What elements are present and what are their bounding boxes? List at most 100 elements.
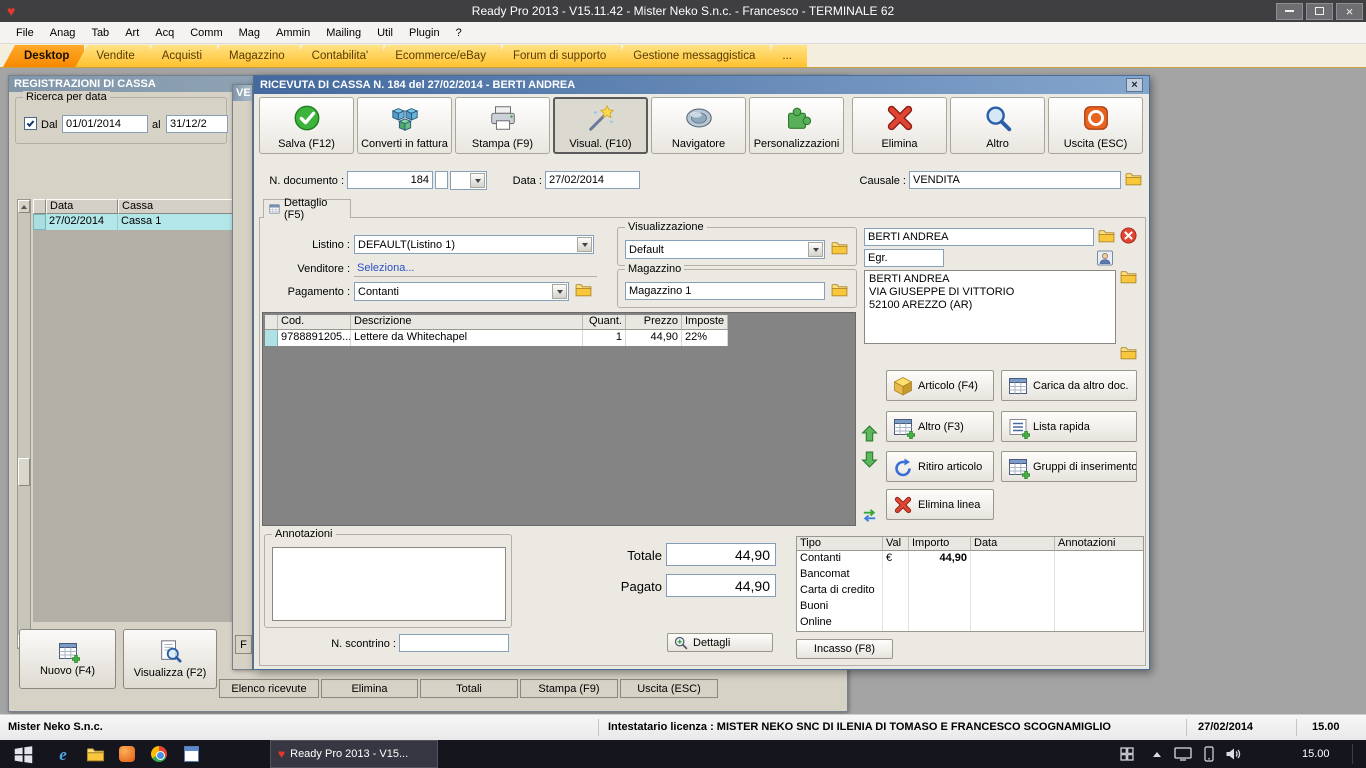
- item-quant[interactable]: 1: [583, 330, 626, 346]
- tray-apps-icon[interactable]: [1114, 743, 1140, 765]
- lista-rapida-button[interactable]: Lista rapida: [1001, 411, 1137, 442]
- column-header-cod[interactable]: Cod.: [278, 315, 351, 330]
- pagamento-folder-icon[interactable]: [575, 283, 592, 297]
- strip-button[interactable]: F: [235, 635, 252, 654]
- payment-row-online[interactable]: Online: [797, 615, 1143, 631]
- column-header-annotazioni[interactable]: Annotazioni: [1055, 537, 1143, 551]
- cash-table-row[interactable]: 27/02/2014 Cassa 1: [33, 214, 252, 230]
- column-header-data[interactable]: Data: [971, 537, 1055, 551]
- scroll-up-icon[interactable]: [18, 200, 30, 213]
- cliente-remove-icon[interactable]: [1120, 227, 1137, 244]
- tab-contabilita[interactable]: Contabilita': [290, 45, 384, 67]
- payment-row-contanti[interactable]: Contanti € 44,90: [797, 551, 1143, 567]
- incasso-button[interactable]: Incasso (F8): [796, 639, 893, 659]
- tab-ecommerce-ebay[interactable]: Ecommerce/eBay: [374, 45, 501, 67]
- al-date-field[interactable]: 31/12/2: [166, 115, 228, 133]
- taskbar-clock[interactable]: 15.00: [1302, 748, 1330, 760]
- altro-button[interactable]: Altro: [950, 97, 1045, 154]
- chrome-icon[interactable]: [146, 743, 172, 765]
- item-row[interactable]: 9788891205... Lettere da Whitechapel 1 4…: [265, 330, 728, 346]
- refresh-swap-icon[interactable]: [861, 507, 878, 524]
- cliente-field[interactable]: BERTI ANDREA: [864, 228, 1094, 246]
- indirizzo-box[interactable]: BERTI ANDREA VIA GIUSEPPE DI VITTORIO 52…: [864, 270, 1116, 344]
- move-row-up-icon[interactable]: [861, 425, 878, 442]
- n-scontrino-field[interactable]: [399, 634, 509, 652]
- annotazioni-textarea[interactable]: [272, 547, 506, 621]
- column-header-importo[interactable]: Importo: [909, 537, 971, 551]
- internet-explorer-icon[interactable]: e: [50, 743, 76, 765]
- nuovo-button[interactable]: Nuovo (F4): [19, 629, 116, 689]
- start-button[interactable]: [10, 743, 36, 765]
- cliente-folder-icon[interactable]: [1098, 229, 1115, 243]
- menu-item-comm[interactable]: Comm: [182, 27, 230, 39]
- totali-button[interactable]: Totali: [420, 679, 518, 698]
- salva-button[interactable]: Salva (F12): [259, 97, 354, 154]
- elimina-linea-button[interactable]: Elimina linea: [886, 489, 994, 520]
- payment-row-buoni[interactable]: Buoni: [797, 599, 1143, 615]
- item-imposte[interactable]: 22%: [682, 330, 728, 346]
- tab-magazzino[interactable]: Magazzino: [208, 45, 300, 67]
- personalizzazioni-button[interactable]: Personalizzazioni: [749, 97, 844, 154]
- articolo-button[interactable]: Articolo (F4): [886, 370, 994, 401]
- menu-item-util[interactable]: Util: [369, 27, 401, 39]
- column-header-val[interactable]: Val: [883, 537, 909, 551]
- display-icon[interactable]: [1170, 743, 1196, 765]
- tab-vendite[interactable]: Vendite: [75, 45, 150, 67]
- elimina-button-cash[interactable]: Elimina: [321, 679, 418, 698]
- tab-desktop[interactable]: Desktop: [3, 45, 85, 67]
- menu-item-mag[interactable]: Mag: [231, 27, 268, 39]
- magazzino-field[interactable]: Magazzino 1: [625, 282, 825, 300]
- ritiro-articolo-button[interactable]: Ritiro articolo: [886, 451, 994, 482]
- tray-expand-icon[interactable]: [1144, 743, 1170, 765]
- item-prezzo[interactable]: 44,90: [626, 330, 682, 346]
- column-header-tipo[interactable]: Tipo: [797, 537, 883, 551]
- column-header-data[interactable]: Data: [46, 199, 118, 214]
- gruppi-di-inserimento-button[interactable]: Gruppi di inserimento: [1001, 451, 1137, 482]
- carica-da-altro-doc-button[interactable]: Carica da altro doc.: [1001, 370, 1137, 401]
- payment-row-bancomat[interactable]: Bancomat: [797, 567, 1143, 583]
- note-folder-icon[interactable]: [1120, 346, 1137, 360]
- cell-data[interactable]: 27/02/2014: [46, 214, 118, 230]
- visualizzazione-folder-icon[interactable]: [831, 241, 848, 255]
- scrollbar-thumb[interactable]: [18, 458, 30, 486]
- stampa-button-cash[interactable]: Stampa (F9): [520, 679, 618, 698]
- pagamento-combo[interactable]: Contanti: [354, 282, 569, 301]
- converti-in-fattura-button[interactable]: Converti in fattura: [357, 97, 452, 154]
- close-button[interactable]: ×: [1336, 2, 1363, 20]
- visualizza-button[interactable]: Visualizza (F2): [123, 629, 217, 689]
- dialog-close-button[interactable]: ×: [1126, 78, 1143, 92]
- minimize-button[interactable]: [1276, 2, 1303, 20]
- menu-item-help[interactable]: ?: [448, 27, 470, 39]
- titolo-field[interactable]: Egr.: [864, 249, 944, 267]
- chevron-down-icon[interactable]: [808, 242, 823, 257]
- magazzino-folder-icon[interactable]: [831, 283, 848, 297]
- contact-person-icon[interactable]: [1096, 249, 1114, 267]
- listino-combo[interactable]: DEFAULT(Listino 1): [354, 235, 594, 254]
- menu-item-mailing[interactable]: Mailing: [318, 27, 369, 39]
- indirizzo-folder-icon[interactable]: [1120, 270, 1137, 284]
- dal-date-field[interactable]: 01/01/2014: [62, 115, 148, 133]
- dialog-titlebar[interactable]: RICEVUTA DI CASSA N. 184 del 27/02/2014 …: [254, 76, 1149, 94]
- item-cod[interactable]: 9788891205...: [278, 330, 351, 346]
- elenco-ricevute-button[interactable]: Elenco ricevute: [219, 679, 319, 698]
- restore-button[interactable]: [1306, 2, 1333, 20]
- navigatore-button[interactable]: Navigatore: [651, 97, 746, 154]
- visual-button[interactable]: Visual. (F10): [553, 97, 648, 154]
- column-header-prezzo[interactable]: Prezzo: [626, 315, 682, 330]
- elimina-button[interactable]: Elimina: [852, 97, 947, 154]
- uscita-button-cash[interactable]: Uscita (ESC): [620, 679, 718, 698]
- chevron-down-icon[interactable]: [577, 237, 592, 252]
- move-row-down-icon[interactable]: [861, 451, 878, 468]
- menu-item-file[interactable]: File: [8, 27, 42, 39]
- causale-folder-icon[interactable]: [1125, 172, 1142, 186]
- causale-field[interactable]: VENDITA: [909, 171, 1121, 189]
- tab-gestione-messaggistica[interactable]: Gestione messaggistica: [612, 45, 771, 67]
- menu-item-plugin[interactable]: Plugin: [401, 27, 448, 39]
- menu-item-art[interactable]: Art: [117, 27, 147, 39]
- cash-list-scrollbar[interactable]: [17, 199, 31, 649]
- tab-forum-di-supporto[interactable]: Forum di supporto: [491, 45, 622, 67]
- menu-item-ammin[interactable]: Ammin: [268, 27, 318, 39]
- data-field[interactable]: 27/02/2014: [545, 171, 640, 189]
- file-explorer-icon[interactable]: [82, 743, 108, 765]
- column-header-imposte[interactable]: Imposte: [682, 315, 728, 330]
